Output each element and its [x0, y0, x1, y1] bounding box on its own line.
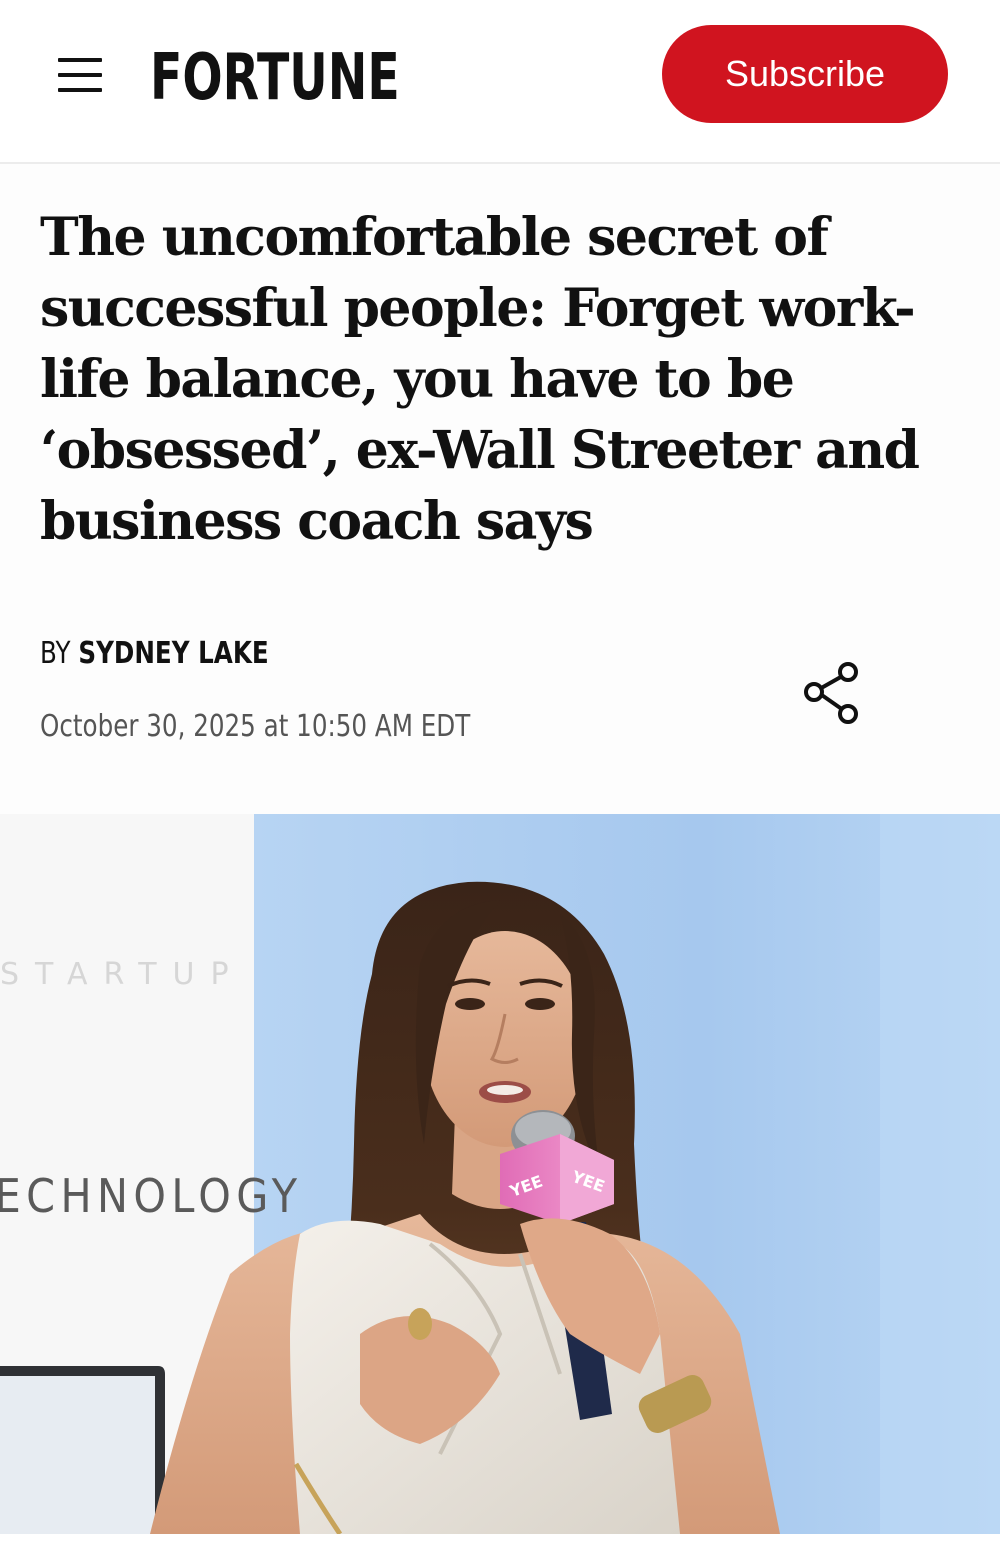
- fortune-logo[interactable]: FORTUNE: [150, 28, 400, 128]
- article: The uncomfortable secret of successful p…: [0, 164, 1000, 814]
- byline: BY SYDNEY LAKE: [40, 634, 269, 674]
- byline-prefix: BY: [40, 636, 71, 671]
- subscribe-button[interactable]: Subscribe: [662, 25, 948, 123]
- author-link[interactable]: SYDNEY LAKE: [78, 636, 268, 671]
- site-header: FORTUNE Subscribe: [0, 0, 1000, 164]
- publish-timestamp: October 30, 2025 at 10:50 AM EDT: [40, 709, 471, 744]
- share-icon[interactable]: [796, 659, 866, 729]
- backdrop-text: ECHNOLOGY: [0, 1170, 302, 1224]
- hero-image: STARTUP ECHNOLOGY YEE YEE: [0, 814, 1000, 1534]
- hamburger-menu-icon[interactable]: [52, 50, 108, 100]
- article-headline: The uncomfortable secret of successful p…: [40, 207, 920, 552]
- svg-text:STARTUP: STARTUP: [0, 957, 245, 992]
